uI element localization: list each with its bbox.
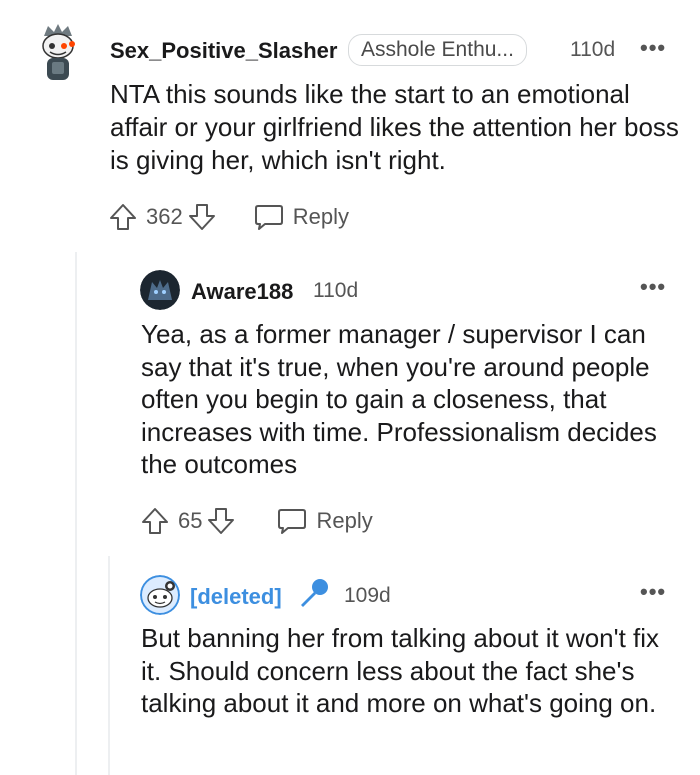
comment-body: Yea, as a former manager / supervisor I …	[141, 319, 657, 479]
vote-score: 65	[178, 508, 203, 533]
comment-actions: 362 Reply	[108, 200, 349, 234]
comment-actions: 65 Reply	[140, 504, 373, 538]
vote-score: 362	[146, 204, 183, 229]
deleted-snoo-avatar-icon	[140, 575, 180, 615]
more-options-icon[interactable]: •••	[640, 579, 666, 605]
microphone-icon	[296, 577, 330, 616]
comment-username[interactable]: Aware188	[191, 279, 293, 305]
comment-body: But banning her from talking about it wo…	[141, 623, 660, 718]
downvote-icon[interactable]	[206, 506, 236, 536]
comment-body: NTA this sounds like the start to an emo…	[110, 79, 679, 175]
comment-age: 110d	[313, 279, 359, 302]
user-flair[interactable]: Asshole Enthu...	[348, 34, 527, 66]
reply-bubble-icon	[253, 202, 285, 232]
upvote-icon[interactable]	[108, 202, 138, 232]
comment-reply-1: Aware188 110d ••• Yea, as a former manag…	[0, 250, 700, 550]
more-options-icon[interactable]: •••	[640, 35, 666, 61]
comment-username-deleted: [deleted]	[190, 584, 282, 609]
comment-username[interactable]: Sex_Positive_Slasher	[110, 38, 337, 64]
comment-top: Sex_Positive_Slasher Asshole Enthu... 11…	[0, 0, 700, 250]
reply-label: Reply	[316, 508, 373, 533]
comment-age: 109d	[344, 584, 391, 607]
reply-label: Reply	[292, 204, 349, 229]
reply-bubble-icon	[276, 506, 308, 536]
wolf-avatar-icon[interactable]	[140, 270, 180, 310]
reply-button[interactable]: Reply	[253, 202, 349, 232]
snoo-avatar-icon[interactable]	[38, 22, 80, 82]
downvote-icon[interactable]	[187, 202, 217, 232]
reply-button[interactable]: Reply	[276, 506, 373, 536]
upvote-icon[interactable]	[140, 506, 170, 536]
comment-reply-2: [deleted] 109d ••• But banning her from …	[0, 560, 700, 775]
comment-age: 110d	[570, 38, 616, 61]
more-options-icon[interactable]: •••	[640, 274, 666, 300]
